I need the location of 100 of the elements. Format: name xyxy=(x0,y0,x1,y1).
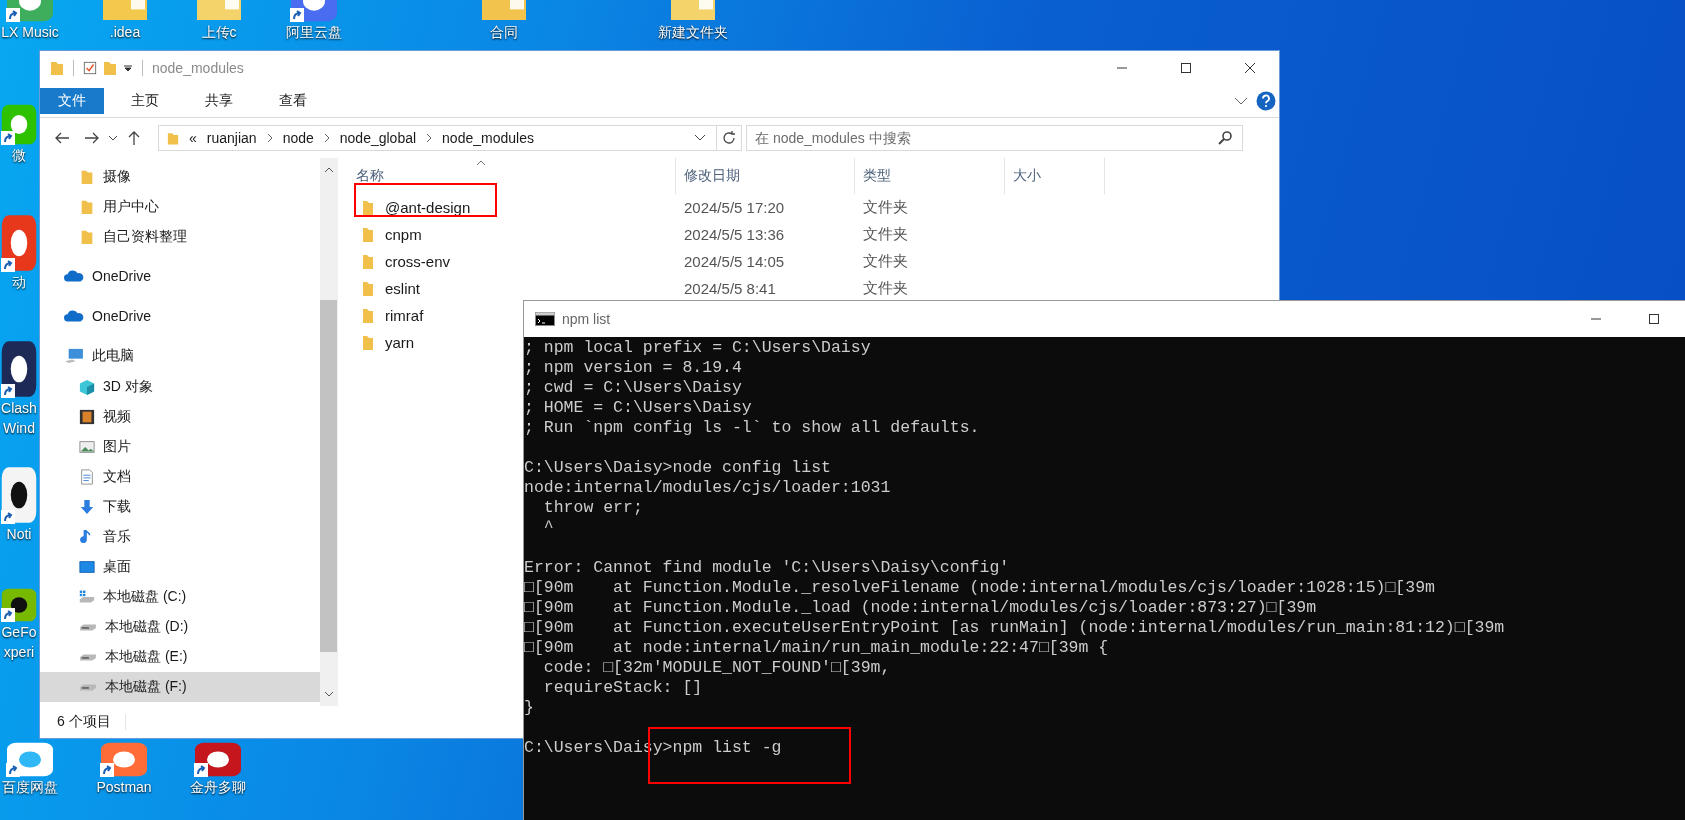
up-arrow-icon[interactable] xyxy=(126,130,142,146)
nav-item[interactable]: 音乐 xyxy=(40,522,320,552)
folder-icon xyxy=(79,229,95,245)
chevron-down-icon[interactable] xyxy=(694,134,706,142)
terminal-line: ; HOME = C:\Users\Daisy xyxy=(524,398,752,417)
nav-item[interactable]: OneDrive xyxy=(40,260,320,292)
nav-item[interactable]: OneDrive xyxy=(40,300,320,332)
terminal-line: ; Run `npm config ls -l` to show all defaults. xyxy=(524,418,980,437)
file-name[interactable]: cnpm xyxy=(385,226,422,243)
nav-item[interactable]: 本地磁盘 (E:) xyxy=(40,642,320,672)
terminal-line: code: □[32m'MODULE_NOT_FOUND'□[39m, xyxy=(542,658,891,677)
cube-icon xyxy=(79,379,95,395)
terminal-line: requireStack: [] xyxy=(542,678,703,697)
ribbon-tab[interactable]: 查看 xyxy=(260,88,326,114)
cloud-icon xyxy=(64,308,84,324)
terminal-line: ; npm version = 8.19.4 xyxy=(524,358,742,377)
folder-icon xyxy=(362,334,374,351)
back-arrow-icon[interactable] xyxy=(54,130,70,146)
nav-item[interactable]: 用户中心 xyxy=(40,192,320,222)
breadcrumb-overflow[interactable]: « xyxy=(189,130,197,146)
terminal-line: ; npm local prefix = C:\Users\Daisy xyxy=(524,338,871,357)
refresh-icon[interactable] xyxy=(721,130,737,146)
ribbon-tab[interactable]: 文件 xyxy=(40,88,104,114)
folder-icon xyxy=(167,130,179,146)
scroll-down-icon[interactable] xyxy=(323,690,334,698)
terminal-line: C:\Users\Daisy>node config list xyxy=(524,458,831,477)
nav-item[interactable]: 本地磁盘 (D:) xyxy=(40,612,320,642)
address-bar[interactable]: « ruanjian node node_global node_modules xyxy=(158,125,742,151)
nav-item[interactable]: 本地磁盘 (F:) xyxy=(40,672,320,702)
terminal-line: □[90m at Function.Module._load (node:internal/modules/cjs/loader:873:27)□[39m xyxy=(524,598,1317,617)
column-header[interactable]: 类型 xyxy=(855,158,1005,194)
nav-item[interactable]: 图片 xyxy=(40,432,320,462)
terminal-line: throw err; xyxy=(542,498,643,517)
folder-icon xyxy=(362,226,374,243)
folder-icon xyxy=(362,253,374,270)
maximize-icon[interactable] xyxy=(1180,62,1192,74)
monitor-icon xyxy=(79,559,95,575)
help-icon[interactable] xyxy=(1256,91,1276,111)
cloud-icon xyxy=(64,268,84,284)
scroll-up-icon[interactable] xyxy=(323,166,334,174)
drive-icon xyxy=(79,589,95,605)
close-icon[interactable] xyxy=(1244,62,1256,74)
forward-arrow-icon[interactable] xyxy=(84,130,100,146)
file-type: 文件夹 xyxy=(862,198,909,217)
nav-item[interactable]: 此电脑 xyxy=(40,340,320,372)
breadcrumb-item[interactable]: node_modules xyxy=(442,130,534,146)
chevron-right-icon[interactable] xyxy=(426,133,433,143)
minimize-icon[interactable] xyxy=(1116,67,1128,69)
minimize-icon[interactable] xyxy=(1590,318,1602,320)
column-header[interactable]: 名称 xyxy=(356,158,676,194)
nav-item[interactable]: 3D 对象 xyxy=(40,372,320,402)
nav-item[interactable]: 文档 xyxy=(40,462,320,492)
terminal-line: ; cwd = C:\Users\Daisy xyxy=(524,378,742,397)
terminal-line: node:internal/modules/cjs/loader:1031 xyxy=(524,478,891,497)
file-type: 文件夹 xyxy=(862,252,909,271)
chevron-right-icon[interactable] xyxy=(323,133,330,143)
breadcrumb-item[interactable]: node_global xyxy=(339,130,417,146)
breadcrumb-item[interactable]: ruanjian xyxy=(206,130,257,146)
modified-date: 2024/5/5 17:20 xyxy=(683,199,786,216)
modified-date: 2024/5/5 13:36 xyxy=(683,226,786,243)
column-header[interactable]: 大小 xyxy=(1005,158,1105,194)
film-icon xyxy=(79,409,95,425)
search-field[interactable]: 在 node_modules 中搜索 xyxy=(746,125,1243,151)
nav-item[interactable]: 桌面 xyxy=(40,552,320,582)
desktop-icon-label[interactable]: 合同 xyxy=(490,22,518,42)
file-name[interactable]: rimraf xyxy=(385,307,424,324)
download-arrow-icon xyxy=(79,499,95,515)
modified-date: 2024/5/5 8:41 xyxy=(683,280,777,297)
nav-item[interactable]: 自己资料整理 xyxy=(40,222,320,252)
file-type: 文件夹 xyxy=(862,225,909,244)
folder-icon xyxy=(362,307,374,324)
column-header[interactable]: 修改日期 xyxy=(676,158,855,194)
file-name[interactable]: cross-env xyxy=(385,253,451,270)
scrollbar-thumb[interactable] xyxy=(320,300,337,652)
checklist-icon[interactable] xyxy=(83,60,97,76)
chevron-down-icon[interactable] xyxy=(108,133,118,143)
image-icon xyxy=(79,439,95,455)
desktop-icon-label[interactable]: 新建文件夹 xyxy=(658,22,728,42)
terminal-line: ^ xyxy=(542,518,554,537)
nav-item[interactable]: 下载 xyxy=(40,492,320,522)
file-name[interactable]: @ant-design xyxy=(385,199,471,216)
nav-item[interactable]: 本地磁盘 (C:) xyxy=(40,582,320,612)
folder-icon xyxy=(362,199,374,216)
dropdown-icon[interactable] xyxy=(123,63,133,73)
ribbon-tab[interactable]: 共享 xyxy=(186,88,252,114)
ribbon-tab[interactable]: 主页 xyxy=(112,88,178,114)
app-icon[interactable] xyxy=(1,466,37,524)
maximize-icon[interactable] xyxy=(1648,313,1660,325)
scrollbar[interactable] xyxy=(320,158,337,706)
item-count: 6 个项目 xyxy=(57,713,111,731)
breadcrumb-item[interactable]: node xyxy=(282,130,314,146)
chevron-down-icon[interactable] xyxy=(1234,96,1248,106)
file-name[interactable]: eslint xyxy=(385,280,421,297)
app-icon[interactable] xyxy=(1,340,37,398)
drive-icon xyxy=(79,623,97,631)
chevron-right-icon[interactable] xyxy=(266,133,273,143)
document-icon xyxy=(79,469,95,485)
nav-item[interactable]: 视频 xyxy=(40,402,320,432)
file-name[interactable]: yarn xyxy=(385,334,415,351)
nav-item[interactable]: 摄像 xyxy=(40,162,320,192)
